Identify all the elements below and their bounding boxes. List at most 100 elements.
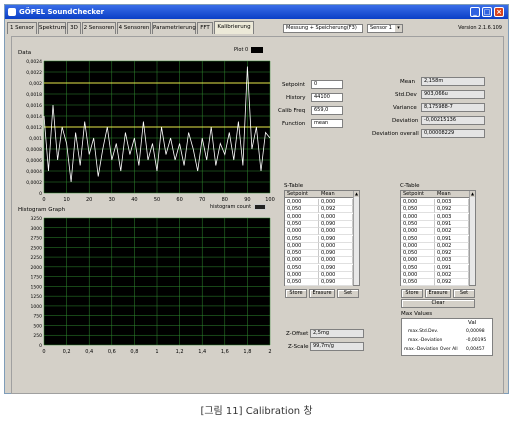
c-table-cell[interactable]: 0,002 [435, 242, 469, 250]
s-table-cell[interactable]: 0,000 [285, 242, 319, 250]
close-button[interactable]: × [494, 7, 504, 17]
s-table-cell[interactable]: 0,050 [285, 220, 319, 228]
c-table-cell[interactable]: 0,050 [401, 279, 435, 287]
calib-freq-field[interactable]: 659,0 [311, 106, 343, 115]
c-table-cell[interactable]: 0,003 [435, 199, 469, 206]
s-table-cell[interactable]: 0,000 [319, 257, 353, 265]
mode-select[interactable]: Messung + Speicherung(F3) [283, 24, 363, 33]
c-table-cell[interactable]: 0,002 [435, 228, 469, 236]
histogram-title: Histogram Graph [18, 207, 66, 213]
tab-1-sensor[interactable]: 1 Sensor [7, 22, 37, 34]
c-table-cell[interactable]: 0,091 [435, 235, 469, 243]
deviation-label: Deviation [392, 118, 419, 124]
c-table-cell[interactable]: 0,000 [401, 228, 435, 236]
c-store-button[interactable]: Store [401, 289, 423, 298]
s-table-cell[interactable]: 0,050 [285, 235, 319, 243]
s-table-cell[interactable]: 0,000 [319, 213, 353, 221]
c-table-cell[interactable]: 0,000 [401, 242, 435, 250]
tab-kalibrierung[interactable]: Kalibrierung [214, 21, 254, 34]
histogram-legend[interactable]: histogram count [210, 203, 267, 212]
history-field[interactable]: 44100 [311, 93, 343, 102]
s-table-cell[interactable]: 0,092 [319, 206, 353, 214]
c-table-cell[interactable]: 0,050 [401, 250, 435, 258]
s-table-cell[interactable]: 0,090 [319, 250, 353, 258]
deviation-overall-value: 0,00008229 [421, 129, 485, 138]
c-table-cell[interactable]: 0,000 [401, 213, 435, 221]
s-table-cell[interactable]: 0,050 [285, 264, 319, 272]
c-table-cell[interactable]: 0,050 [401, 206, 435, 214]
s-table-cell[interactable]: 0,000 [319, 199, 353, 206]
history-label: History [286, 95, 306, 101]
c-table[interactable]: Setpoint Mean ▲ 0,000 0,003 0,050 0,092 0,00… [400, 190, 476, 287]
c-table-title: C-Table [400, 183, 420, 189]
tab-4-sensoren[interactable]: 4 Sensoren [117, 22, 151, 34]
c-table-cell[interactable]: 0,050 [401, 264, 435, 272]
c-table-cell[interactable]: 0,091 [435, 220, 469, 228]
data-x-tick: 30 [109, 197, 115, 203]
max-std-dev-value: 0,00098 [466, 329, 485, 334]
data-y-tick: 0,0006 [26, 158, 42, 164]
c-table-cell[interactable]: 0,092 [435, 250, 469, 258]
data-y-tick: 0,0016 [26, 103, 42, 109]
setpoint-field[interactable]: 0 [311, 80, 343, 89]
tab-2-sensoren[interactable]: 2 Sensoren [82, 22, 116, 34]
figure-caption: [그림 11] Calibration 창 [200, 406, 313, 417]
data-x-tick: 40 [131, 197, 137, 203]
s-table-cell[interactable]: 0,050 [285, 250, 319, 258]
s-table-cell[interactable]: 0,050 [285, 206, 319, 214]
scroll-up-icon[interactable]: ▲ [470, 191, 475, 197]
sensor-select[interactable]: Sensor 1 ▾ [367, 24, 403, 33]
s-store-button[interactable]: Store [285, 289, 307, 298]
s-table-cell[interactable]: 0,000 [319, 272, 353, 279]
minimize-button[interactable]: _ [470, 7, 480, 17]
histogram-x-tick: 0,6 [108, 349, 116, 355]
tab-3d[interactable]: 3D [67, 22, 81, 34]
c-table-cell[interactable]: 0,003 [435, 257, 469, 265]
s-table-cell[interactable]: 0,000 [319, 242, 353, 250]
c-table-cell[interactable]: 0,002 [435, 272, 469, 279]
data-plot-legend[interactable]: Plot 0 [234, 46, 264, 55]
c-table-cell[interactable]: 0,050 [401, 220, 435, 228]
clear-button[interactable]: Clear [401, 299, 475, 308]
s-table-cell[interactable]: 0,000 [285, 199, 319, 206]
c-table-scrollbar[interactable]: ▲ [469, 191, 475, 285]
c-set-button[interactable]: Set [453, 289, 475, 298]
c-table-cell[interactable]: 0,003 [435, 213, 469, 221]
scroll-up-icon[interactable]: ▲ [354, 191, 359, 197]
tab-parametrierung[interactable]: Parametrierung [152, 22, 196, 34]
c-table-cell[interactable]: 0,000 [401, 199, 435, 206]
s-erasure-button[interactable]: Erasure [309, 289, 335, 298]
s-table-cell[interactable]: 0,000 [285, 228, 319, 236]
s-set-button[interactable]: Set [337, 289, 359, 298]
data-y-tick: 0,0008 [26, 147, 42, 153]
data-y-tick: 0,001 [29, 136, 42, 142]
data-y-tick: 0,0012 [26, 125, 42, 131]
histogram-y-tick: 1000 [31, 304, 43, 310]
s-table-cell[interactable]: 0,090 [319, 279, 353, 287]
c-table-cell[interactable]: 0,092 [435, 279, 469, 287]
tab-fft[interactable]: FFT [197, 22, 213, 34]
s-table-cell[interactable]: 0,000 [285, 213, 319, 221]
c-table-cell[interactable]: 0,091 [435, 264, 469, 272]
c-erasure-button[interactable]: Erasure [425, 289, 451, 298]
histogram-y-tick: 2250 [31, 255, 43, 261]
c-table-cell[interactable]: 0,000 [401, 272, 435, 279]
maximize-button[interactable]: □ [482, 7, 492, 17]
function-label: Function [282, 121, 306, 127]
s-table-cell[interactable]: 0,000 [285, 257, 319, 265]
c-table-cell[interactable]: 0,092 [435, 206, 469, 214]
s-table-cell[interactable]: 0,090 [319, 235, 353, 243]
c-table-cell[interactable]: 0,050 [401, 235, 435, 243]
s-table-cell[interactable]: 0,000 [285, 272, 319, 279]
tab-spektrum[interactable]: Spektrum [38, 22, 66, 34]
data-x-tick: 0 [42, 197, 45, 203]
s-table-cell[interactable]: 0,050 [285, 279, 319, 287]
s-table-cell[interactable]: 0,090 [319, 264, 353, 272]
c-table-cell[interactable]: 0,000 [401, 257, 435, 265]
histogram-x-tick: 1 [155, 349, 158, 355]
s-table-cell[interactable]: 0,090 [319, 220, 353, 228]
function-select[interactable]: mean [311, 119, 343, 128]
s-table-cell[interactable]: 0,000 [319, 228, 353, 236]
s-table[interactable]: Setpoint Mean ▲ 0,000 0,000 0,050 0,092 0,00… [284, 190, 360, 287]
s-table-scrollbar[interactable]: ▲ [353, 191, 359, 285]
